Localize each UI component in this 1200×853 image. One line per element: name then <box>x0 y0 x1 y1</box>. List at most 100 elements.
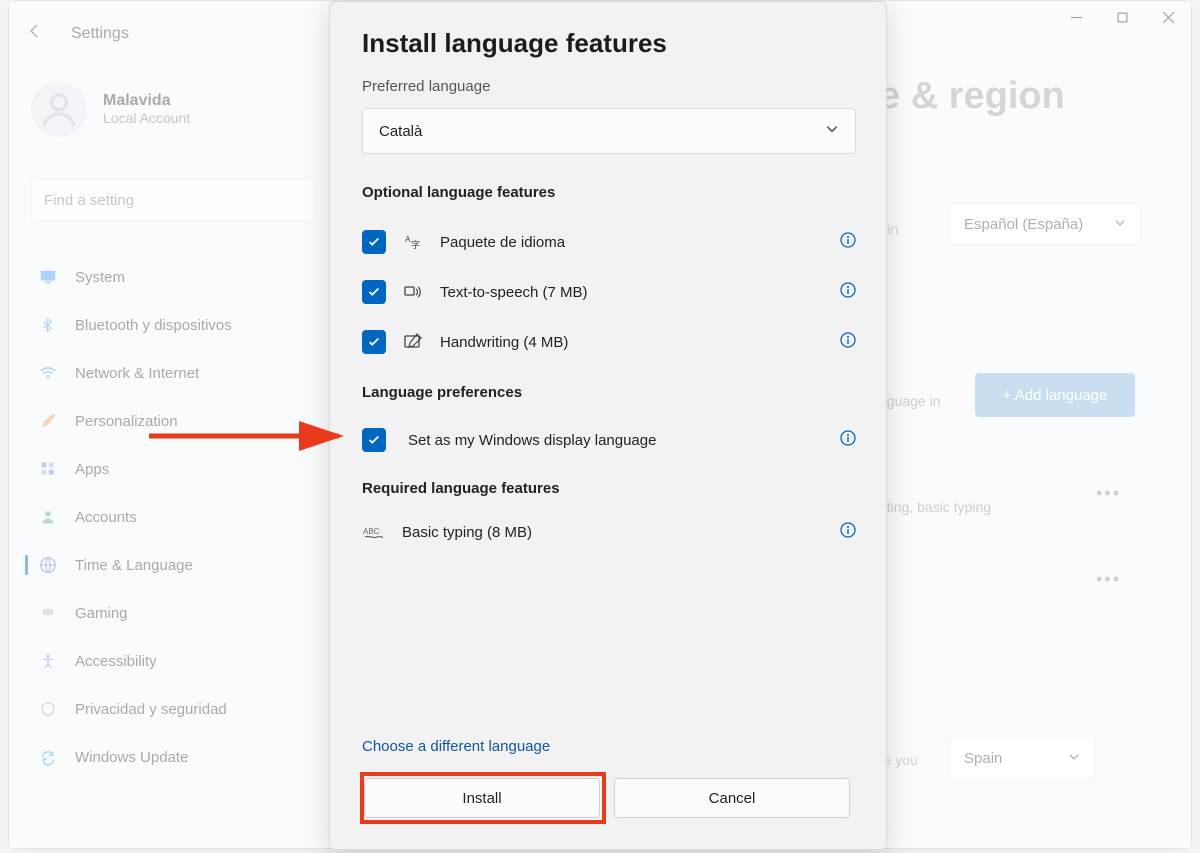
sidebar-item-label: Privacidad y seguridad <box>75 701 227 718</box>
lang-item-subtitle-partial: riting, basic typing <box>879 499 991 515</box>
checkbox-checked[interactable] <box>362 280 386 304</box>
sidebar-item-apps[interactable]: Apps <box>23 445 323 493</box>
globe-icon <box>39 556 57 574</box>
accessibility-icon <box>39 652 57 670</box>
sidebar-item-network[interactable]: Network & Internet <box>23 349 323 397</box>
page-title-partial: e & region <box>879 75 1065 118</box>
cancel-button[interactable]: Cancel <box>614 778 850 818</box>
install-language-dialog: Install language features Preferred lang… <box>329 1 887 850</box>
sidebar-item-label: Accounts <box>75 509 137 526</box>
person-icon <box>39 508 57 526</box>
display-language-dropdown[interactable]: Español (España) <box>949 203 1141 245</box>
country-value: Spain <box>964 750 1002 767</box>
apps-icon <box>39 460 57 478</box>
option-label: Basic typing (8 MB) <box>402 524 532 541</box>
monitor-icon <box>39 268 57 286</box>
sidebar-item-label: Accessibility <box>75 653 157 670</box>
chevron-down-icon <box>825 122 839 140</box>
tts-icon <box>402 282 424 302</box>
option-text-to-speech[interactable]: Text-to-speech (7 MB) <box>362 274 856 310</box>
sidebar-item-time-language[interactable]: Time & Language <box>23 541 323 589</box>
sidebar-item-windows-update[interactable]: Windows Update <box>23 733 323 781</box>
add-language-label: + Add language <box>1003 387 1108 404</box>
sidebar-item-accounts[interactable]: Accounts <box>23 493 323 541</box>
sidebar-item-label: Gaming <box>75 605 128 622</box>
sidebar-item-label: Windows Update <box>75 749 188 766</box>
close-button[interactable] <box>1145 1 1191 33</box>
wifi-icon <box>39 364 57 382</box>
back-icon[interactable] <box>27 23 43 44</box>
choose-different-language-link[interactable]: Choose a different language <box>362 738 550 755</box>
sidebar-item-accessibility[interactable]: Accessibility <box>23 637 323 685</box>
svg-text:字: 字 <box>411 239 420 250</box>
chevron-down-icon <box>1068 750 1080 767</box>
sidebar: System Bluetooth y dispositivos Network … <box>23 253 323 781</box>
install-button[interactable]: Install <box>364 778 600 818</box>
user-subtitle: Local Account <box>103 110 190 126</box>
option-language-pack[interactable]: A字 Paquete de idioma <box>362 224 856 260</box>
sidebar-item-bluetooth[interactable]: Bluetooth y dispositivos <box>23 301 323 349</box>
sidebar-item-label: Time & Language <box>75 557 193 574</box>
info-icon[interactable] <box>840 232 856 253</box>
language-dropdown-value: Català <box>379 123 422 140</box>
bluetooth-icon <box>39 316 57 334</box>
option-label: Text-to-speech (7 MB) <box>440 284 588 301</box>
display-language-value: Español (España) <box>964 216 1083 233</box>
header: Settings <box>27 23 129 44</box>
brush-icon <box>39 412 57 430</box>
checkbox-checked[interactable] <box>362 230 386 254</box>
option-label: Handwriting (4 MB) <box>440 334 568 351</box>
app-title: Settings <box>71 25 129 43</box>
more-icon[interactable]: ••• <box>1096 483 1121 504</box>
checkbox-checked[interactable] <box>362 330 386 354</box>
search-placeholder: Find a setting <box>44 192 134 209</box>
user-name: Malavida <box>103 92 190 110</box>
preferred-language-label: Preferred language <box>362 78 490 95</box>
basic-typing-icon: ABC <box>362 524 386 540</box>
chevron-down-icon <box>1114 216 1126 233</box>
settings-window: Settings Malavida Local Account Find a s… <box>8 0 1192 849</box>
sidebar-item-gaming[interactable]: Gaming <box>23 589 323 637</box>
sidebar-item-personalization[interactable]: Personalization <box>23 397 323 445</box>
cancel-button-label: Cancel <box>709 790 756 807</box>
avatar-icon <box>31 81 87 137</box>
section-required-features: Required language features <box>362 480 560 497</box>
sidebar-item-label: System <box>75 269 125 286</box>
option-set-display-language[interactable]: Set as my Windows display language <box>362 422 856 458</box>
option-basic-typing: ABC Basic typing (8 MB) <box>362 514 856 550</box>
language-dropdown[interactable]: Català <box>362 108 856 154</box>
search-input[interactable]: Find a setting <box>31 179 315 221</box>
dialog-buttons: Install Cancel <box>364 778 850 818</box>
gamepad-icon <box>39 604 57 622</box>
titlebar <box>1053 1 1191 33</box>
shield-icon <box>39 700 57 718</box>
sidebar-item-system[interactable]: System <box>23 253 323 301</box>
info-icon[interactable] <box>840 430 856 451</box>
language-pack-icon: A字 <box>402 232 424 252</box>
sidebar-item-privacy[interactable]: Privacidad y seguridad <box>23 685 323 733</box>
option-handwriting[interactable]: Handwriting (4 MB) <box>362 324 856 360</box>
section-language-preferences: Language preferences <box>362 384 522 401</box>
checkbox-checked[interactable] <box>362 428 386 452</box>
info-icon[interactable] <box>840 332 856 353</box>
handwriting-icon <box>402 332 424 352</box>
sidebar-item-label: Network & Internet <box>75 365 199 382</box>
user-block[interactable]: Malavida Local Account <box>31 81 190 137</box>
minimize-button[interactable] <box>1053 1 1099 33</box>
more-icon[interactable]: ••• <box>1096 569 1121 590</box>
info-icon[interactable] <box>840 522 856 543</box>
option-label: Set as my Windows display language <box>408 432 656 449</box>
sidebar-item-label: Apps <box>75 461 109 478</box>
sidebar-item-label: Bluetooth y dispositivos <box>75 317 232 334</box>
dialog-title: Install language features <box>362 28 667 59</box>
preferred-lang-desc-partial: nguage in <box>879 393 941 409</box>
sidebar-item-label: Personalization <box>75 413 178 430</box>
update-icon <box>39 748 57 766</box>
option-label: Paquete de idioma <box>440 234 565 251</box>
add-language-button[interactable]: + Add language <box>975 373 1135 417</box>
country-dropdown[interactable]: Spain <box>949 737 1095 779</box>
maximize-button[interactable] <box>1099 1 1145 33</box>
section-optional-features: Optional language features <box>362 184 555 201</box>
info-icon[interactable] <box>840 282 856 303</box>
svg-text:ABC: ABC <box>363 527 380 536</box>
